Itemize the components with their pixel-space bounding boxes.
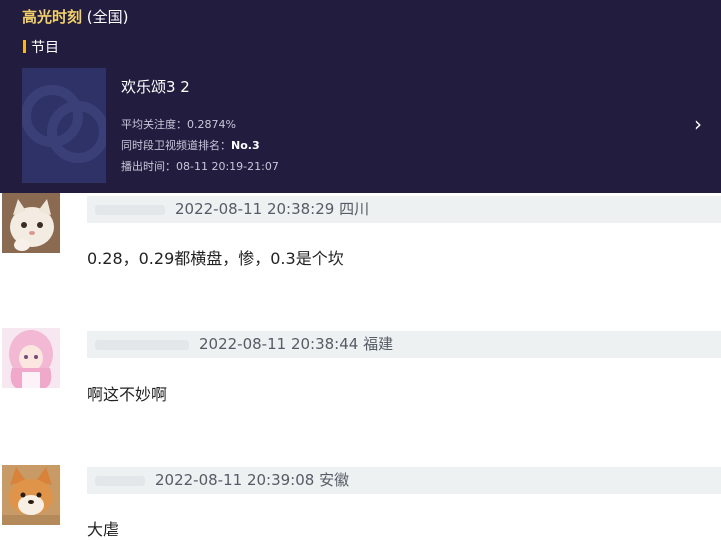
attention-value: 0.2874% — [187, 118, 236, 131]
cat-avatar-icon — [2, 193, 60, 253]
comment-text: 0.28，0.29都横盘，惨，0.3是个坎 — [87, 249, 344, 268]
comment-text: 啊这不妙啊 — [87, 385, 168, 404]
username-redacted[interactable] — [95, 475, 145, 486]
title-scope: (全国) — [86, 8, 129, 26]
anime-girl-avatar-icon — [2, 328, 60, 388]
comment-meta: 2022-08-11 20:38:44 福建 — [87, 331, 721, 358]
attention-label: 平均关注度： — [121, 118, 187, 131]
comment-time: 2022-08-11 20:39:08 — [155, 471, 315, 489]
comment-time: 2022-08-11 20:38:29 — [175, 200, 335, 218]
rank-stat: 同时段卫视频道排名：No.3 — [121, 137, 260, 153]
program-card: 高光时刻 (全国) 节目 欢乐颂3 2 平均关注度：0.2874% 同时段卫视频… — [0, 0, 721, 193]
username-redacted[interactable] — [95, 204, 165, 215]
comment-meta: 2022-08-11 20:39:08 安徽 — [87, 467, 721, 494]
page-title: 高光时刻 (全国) — [22, 6, 129, 27]
title-highlight: 高光时刻 — [22, 8, 83, 26]
avatar[interactable] — [2, 465, 60, 525]
chanel-logo-icon — [22, 68, 106, 183]
comment-time: 2022-08-11 20:38:44 — [199, 335, 359, 353]
section-label: 节目 — [31, 40, 59, 56]
rank-label: 同时段卫视频道排名： — [121, 139, 231, 152]
comment-region: 福建 — [363, 335, 394, 353]
airtime-stat: 播出时间：08-11 20:19-21:07 — [121, 158, 279, 174]
airtime-value: 08-11 20:19-21:07 — [176, 160, 279, 173]
comment-meta: 2022-08-11 20:38:29 四川 — [87, 196, 721, 223]
chevron-right-icon[interactable]: › — [694, 112, 702, 136]
airtime-label: 播出时间： — [121, 160, 176, 173]
program-thumbnail[interactable] — [22, 68, 106, 183]
dog-avatar-icon — [2, 465, 60, 525]
program-name[interactable]: 欢乐颂3 2 — [121, 76, 190, 97]
comment-region: 四川 — [339, 200, 370, 218]
avatar[interactable] — [2, 328, 60, 388]
attention-stat: 平均关注度：0.2874% — [121, 116, 236, 132]
comment-region: 安徽 — [319, 471, 350, 489]
avatar[interactable] — [2, 193, 60, 253]
rank-value: No.3 — [231, 139, 260, 152]
comment-text: 大虐 — [87, 520, 120, 539]
section-accent-bar — [23, 40, 26, 53]
username-redacted[interactable] — [95, 339, 189, 350]
